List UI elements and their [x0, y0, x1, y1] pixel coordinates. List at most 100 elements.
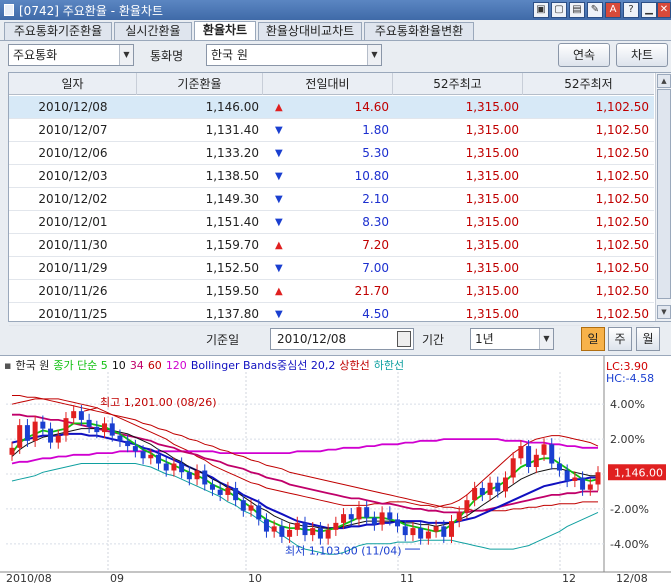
triangle-up-icon: ▲ [275, 240, 283, 251]
triangle-down-icon: ▼ [275, 148, 283, 159]
cell-base-rate: 1,138.50 [205, 169, 259, 183]
candle-body [402, 526, 408, 536]
cell-change-value: 8.30 [362, 215, 389, 229]
cell-base-rate: 1,131.40 [205, 123, 259, 137]
candle-body [580, 477, 586, 490]
candle-body [24, 425, 30, 441]
table-row[interactable]: 2010/12/07 1,131.40 ▼ 1.80 1,315.00 1,102.50 [9, 119, 654, 142]
legend-item[interactable]: 10 [112, 359, 126, 372]
table-scrollbar[interactable]: ▲ ▼ [655, 73, 671, 321]
table-row[interactable]: 2010/11/30 1,159.70 ▲ 7.20 1,315.00 1,102.50 [9, 234, 654, 257]
legend-item[interactable]: 하한선 [374, 359, 404, 372]
table-row[interactable]: 2010/11/25 1,137.80 ▼ 4.50 1,315.00 1,102.50 [9, 303, 654, 326]
period-select[interactable]: 1년 ▼ [470, 328, 554, 350]
scroll-up-icon[interactable]: ▲ [657, 74, 671, 88]
legend-item[interactable]: 120 [166, 359, 187, 372]
table-row[interactable]: 2010/11/29 1,152.50 ▼ 7.00 1,315.00 1,102.50 [9, 257, 654, 280]
table-row[interactable]: 2010/12/01 1,151.40 ▼ 8.30 1,315.00 1,102.50 [9, 211, 654, 234]
base-date-label: 기준일 [206, 333, 240, 347]
calendar-icon[interactable] [397, 331, 411, 347]
cell-52w-low: 1,102.50 [595, 238, 649, 252]
header-change[interactable]: 전일대비 [263, 73, 393, 95]
cell-base-rate: 1,152.50 [205, 261, 259, 275]
period-day-button[interactable]: 일 [581, 327, 605, 351]
legend-item[interactable]: Bollinger Bands중심선 20,2 [191, 359, 336, 372]
link-icon[interactable]: ▣ [533, 2, 549, 18]
legend-item[interactable]: 34 [130, 359, 144, 372]
rate-chart[interactable]: 4.00%2.00%0.00%-2.00%-4.00%2010/08091011… [0, 356, 671, 585]
max-annotation: 최고 1,201.00 (08/26) [100, 396, 217, 409]
cell-change: ▼ 10.80 [263, 165, 393, 188]
cell-base-rate: 1,151.40 [205, 215, 259, 229]
continuous-button[interactable]: 연속 [558, 43, 610, 67]
legend-item[interactable]: 상한선 [339, 359, 369, 372]
triangle-up-icon: ▲ [275, 286, 283, 297]
header-52w-high[interactable]: 52주최고 [393, 73, 523, 95]
chevron-down-icon[interactable]: ▼ [539, 329, 553, 349]
close-icon[interactable]: ✕ [657, 2, 671, 18]
header-base-rate[interactable]: 기준환율 [137, 73, 263, 95]
currency-select[interactable]: 한국 원 ▼ [206, 44, 382, 66]
candle-body [179, 463, 185, 473]
header-date[interactable]: 일자 [9, 73, 137, 95]
cell-base-rate: 1,146.00 [205, 100, 259, 114]
chevron-down-icon[interactable]: ▼ [367, 45, 381, 65]
legend-item[interactable]: 종가 단순 5 [53, 359, 107, 372]
table-row[interactable]: 2010/12/08 1,146.00 ▲ 14.60 1,315.00 1,102.50 [9, 96, 654, 119]
candle-body [263, 519, 269, 532]
period-month-button[interactable]: 월 [636, 327, 660, 351]
table-row[interactable]: 2010/11/26 1,159.50 ▲ 21.70 1,315.00 1,102.50 [9, 280, 654, 303]
table-row[interactable]: 2010/12/02 1,149.30 ▼ 2.10 1,315.00 1,102.50 [9, 188, 654, 211]
cell-change: ▼ 2.10 [263, 188, 393, 211]
triangle-down-icon: ▼ [275, 263, 283, 274]
window-icon[interactable]: ▢ [551, 2, 567, 18]
cell-change-value: 14.60 [354, 100, 389, 114]
tab-rate-converter[interactable]: 주요통화환율변환 [364, 22, 474, 40]
currency-select-value: 한국 원 [211, 48, 248, 62]
x-tick-label: 11 [400, 572, 414, 585]
candle-body [379, 512, 385, 525]
chart-button[interactable]: 차트 [616, 43, 668, 67]
scroll-thumb[interactable] [657, 89, 671, 299]
cell-date: 2010/12/06 [38, 146, 108, 160]
chevron-down-icon[interactable]: ▼ [119, 45, 133, 65]
category-select[interactable]: 주요통화 ▼ [8, 44, 134, 66]
candle-body [287, 529, 293, 537]
cell-base-rate: 1,149.30 [205, 192, 259, 206]
legend-item[interactable]: 한국 원 [15, 359, 49, 372]
settings-icon[interactable]: ✎ [587, 2, 603, 18]
candle-body [148, 454, 154, 459]
candle-body [209, 484, 215, 490]
candle-body [132, 446, 138, 452]
tab-realtime-rate[interactable]: 실시간환율 [114, 22, 192, 40]
candle-body [140, 451, 146, 459]
tab-major-base-rate[interactable]: 주요통화기준환율 [4, 22, 112, 40]
table-row[interactable]: 2010/12/03 1,138.50 ▼ 10.80 1,315.00 1,102.50 [9, 165, 654, 188]
alert-icon[interactable]: A [605, 2, 621, 18]
cell-52w-high: 1,315.00 [465, 215, 519, 229]
header-52w-low[interactable]: 52주최저 [523, 73, 654, 95]
legend-item[interactable]: 60 [148, 359, 162, 372]
period-select-value: 1년 [475, 332, 494, 346]
help-icon[interactable]: ? [623, 2, 639, 18]
y-tick-label: -4.00% [610, 538, 649, 551]
cell-52w-low: 1,102.50 [595, 261, 649, 275]
candle-body [94, 426, 100, 433]
candle-body [556, 463, 562, 471]
candle-body [371, 517, 377, 525]
period-week-button[interactable]: 주 [608, 327, 632, 351]
minimize-icon[interactable]: ▁ [641, 2, 657, 18]
candle-body [102, 423, 108, 433]
tab-rate-chart[interactable]: 환율차트 [194, 21, 256, 41]
y-tick-label: -2.00% [610, 503, 649, 516]
cell-change-value: 10.80 [354, 169, 389, 183]
cell-change-value: 21.70 [354, 284, 389, 298]
scroll-down-icon[interactable]: ▼ [657, 305, 671, 319]
candle-body [433, 526, 439, 532]
table-row[interactable]: 2010/12/06 1,133.20 ▼ 5.30 1,315.00 1,102.50 [9, 142, 654, 165]
tab-relative-chart[interactable]: 환율상대비교차트 [258, 22, 362, 40]
series-ma10 [11, 428, 598, 529]
print-icon[interactable]: ▤ [569, 2, 585, 18]
series-ma5 [11, 422, 599, 533]
base-date-input[interactable]: 2010/12/08 [270, 328, 414, 350]
